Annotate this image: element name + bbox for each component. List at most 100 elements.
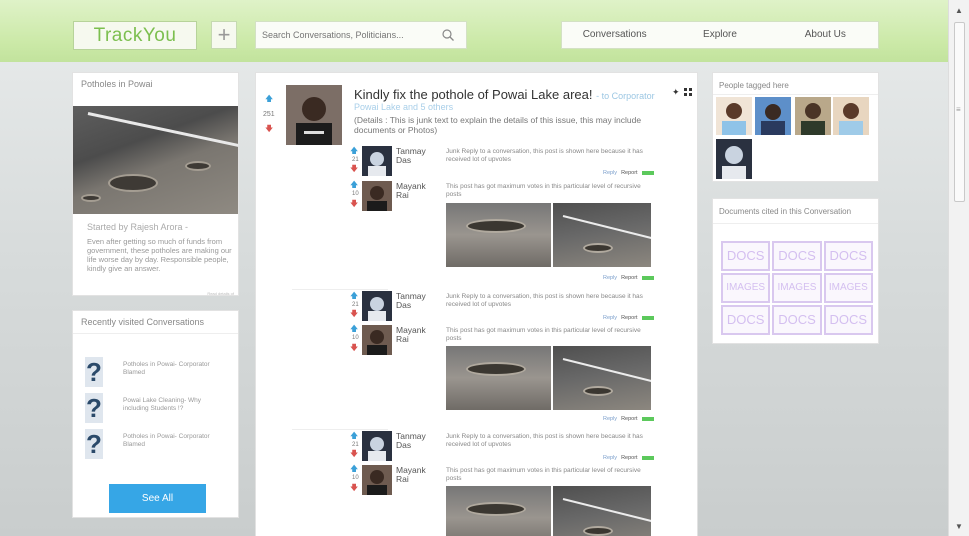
- documents-grid: DOCS DOCS DOCS IMAGES IMAGES IMAGES DOCS…: [721, 241, 873, 335]
- tagged-person-avatar[interactable]: [755, 97, 791, 135]
- downvote-icon[interactable]: 🡇: [350, 200, 358, 208]
- image-tile[interactable]: IMAGES: [823, 273, 873, 303]
- started-by: Started by Rajesh Arora -: [87, 222, 189, 232]
- downvote-icon[interactable]: 🡇: [265, 125, 273, 133]
- people-tagged-card: People tagged here: [712, 72, 879, 182]
- user-avatar[interactable]: [362, 325, 392, 355]
- tagged-person-avatar[interactable]: [795, 97, 831, 135]
- search-input[interactable]: [262, 30, 432, 40]
- image-tile[interactable]: IMAGES: [721, 273, 771, 303]
- user-avatar[interactable]: [362, 291, 392, 321]
- search-box[interactable]: [255, 21, 467, 49]
- user-avatar[interactable]: [362, 181, 392, 211]
- upvote-icon[interactable]: 🡅: [350, 147, 358, 155]
- report-link[interactable]: Report: [621, 315, 638, 321]
- downvote-icon[interactable]: 🡇: [350, 310, 358, 318]
- doc-tile[interactable]: DOCS: [772, 241, 822, 271]
- user-name[interactable]: Tanmay Das: [396, 147, 426, 165]
- pin-icon[interactable]: ✦: [672, 87, 680, 98]
- reply-text: Junk Reply to a conversation, this post …: [446, 433, 643, 448]
- downvote-icon[interactable]: 🡇: [350, 484, 358, 492]
- conversation-title[interactable]: Kindly fix the pothole of Powai Lake are…: [354, 87, 655, 102]
- user-name[interactable]: Mayank Rai: [396, 466, 426, 484]
- attached-photos[interactable]: [446, 486, 651, 536]
- new-conversation-button[interactable]: +: [211, 21, 237, 49]
- attached-photos[interactable]: [446, 203, 651, 267]
- user-name[interactable]: Tanmay Das: [396, 292, 426, 310]
- tagged-person-avatar[interactable]: [716, 139, 752, 179]
- question-icon: ?: [85, 393, 103, 423]
- recent-item[interactable]: ? Potholes in Powai- Corporator Blamed: [85, 429, 230, 459]
- doc-tile[interactable]: DOCS: [823, 305, 873, 335]
- see-all-button[interactable]: See All: [109, 484, 206, 513]
- vote-count: 21: [352, 157, 359, 163]
- nav-conversations[interactable]: Conversations: [562, 22, 667, 48]
- reply-link[interactable]: Reply: [603, 455, 617, 461]
- downvote-icon[interactable]: 🡇: [350, 344, 358, 352]
- doc-tile[interactable]: DOCS: [823, 241, 873, 271]
- doc-tile[interactable]: DOCS: [721, 241, 771, 271]
- image-tile[interactable]: IMAGES: [772, 273, 822, 303]
- upvote-icon[interactable]: 🡅: [350, 181, 358, 189]
- report-link[interactable]: Report: [621, 455, 638, 461]
- report-link[interactable]: Report: [621, 170, 638, 176]
- grid-icon[interactable]: [684, 88, 692, 96]
- user-name[interactable]: Mayank Rai: [396, 326, 426, 344]
- doc-tile[interactable]: DOCS: [721, 305, 771, 335]
- nav-explore[interactable]: Explore: [667, 22, 772, 48]
- reply-link[interactable]: Reply: [603, 315, 617, 321]
- user-avatar[interactable]: [362, 431, 392, 461]
- scroll-up-arrow-icon[interactable]: ▲: [955, 6, 963, 15]
- vote-count: 10: [352, 335, 359, 341]
- user-name[interactable]: Mayank Rai: [396, 182, 426, 200]
- upvote-icon[interactable]: 🡅: [265, 95, 273, 103]
- tagged-person-avatar[interactable]: [716, 97, 752, 135]
- scrollbar-thumb[interactable]: ≡: [954, 22, 965, 202]
- status-badge: [641, 315, 654, 320]
- upvote-icon[interactable]: 🡅: [350, 465, 358, 473]
- logo[interactable]: TrackYou: [73, 21, 197, 50]
- downvote-icon[interactable]: 🡇: [350, 450, 358, 458]
- report-link[interactable]: Report: [621, 416, 638, 422]
- vote-count: 10: [352, 475, 359, 481]
- author-avatar[interactable]: [286, 85, 342, 145]
- topic-card: Potholes in Powai Started by Rajesh Aror…: [72, 72, 239, 296]
- tiny-caption: Read details of: [207, 291, 234, 296]
- user-name[interactable]: Tanmay Das: [396, 432, 426, 450]
- recent-item[interactable]: ? Potholes in Powai- Corporator Blamed: [85, 357, 230, 387]
- documents-card: Documents cited in this Conversation DOC…: [712, 198, 879, 344]
- scroll-down-arrow-icon[interactable]: ▼: [955, 522, 963, 531]
- divider: [292, 289, 388, 290]
- report-link[interactable]: Report: [621, 275, 638, 281]
- user-avatar[interactable]: [362, 146, 392, 176]
- upvote-icon[interactable]: 🡅: [350, 432, 358, 440]
- main-nav: Conversations Explore About Us: [561, 21, 879, 49]
- reply-link[interactable]: Reply: [603, 416, 617, 422]
- pothole-photo: [73, 106, 238, 214]
- reply-actions: Reply Report: [603, 275, 654, 281]
- tagline[interactable]: Powai Lake and 5 others: [354, 102, 453, 112]
- topic-title[interactable]: Potholes in Powai: [73, 73, 238, 95]
- reply-actions: Reply Report: [603, 455, 654, 461]
- nav-about-us[interactable]: About Us: [773, 22, 878, 48]
- doc-tile[interactable]: DOCS: [772, 305, 822, 335]
- recent-title: Recently visited Conversations: [81, 317, 205, 327]
- reply-link[interactable]: Reply: [603, 170, 617, 176]
- reply-text: Junk Reply to a conversation, this post …: [446, 293, 643, 308]
- nested-reply-text: This post has got maximum votes in this …: [446, 467, 641, 482]
- recent-conversations-card: Recently visited Conversations ? Pothole…: [72, 310, 239, 518]
- vote-count: 10: [352, 191, 359, 197]
- reply-link[interactable]: Reply: [603, 275, 617, 281]
- question-icon: ?: [85, 429, 103, 459]
- recent-item[interactable]: ? Powai Lake Cleaning- Why including Stu…: [85, 393, 230, 423]
- upvote-icon[interactable]: 🡅: [350, 325, 358, 333]
- attached-photos[interactable]: [446, 346, 651, 410]
- reply-actions: Reply Report: [603, 416, 654, 422]
- upvote-icon[interactable]: 🡅: [350, 292, 358, 300]
- search-icon[interactable]: [441, 28, 455, 42]
- page-scrollbar[interactable]: ▲ ≡ ▼: [948, 0, 969, 536]
- user-avatar[interactable]: [362, 465, 392, 495]
- divider: [292, 429, 388, 430]
- downvote-icon[interactable]: 🡇: [350, 165, 358, 173]
- tagged-person-avatar[interactable]: [833, 97, 869, 135]
